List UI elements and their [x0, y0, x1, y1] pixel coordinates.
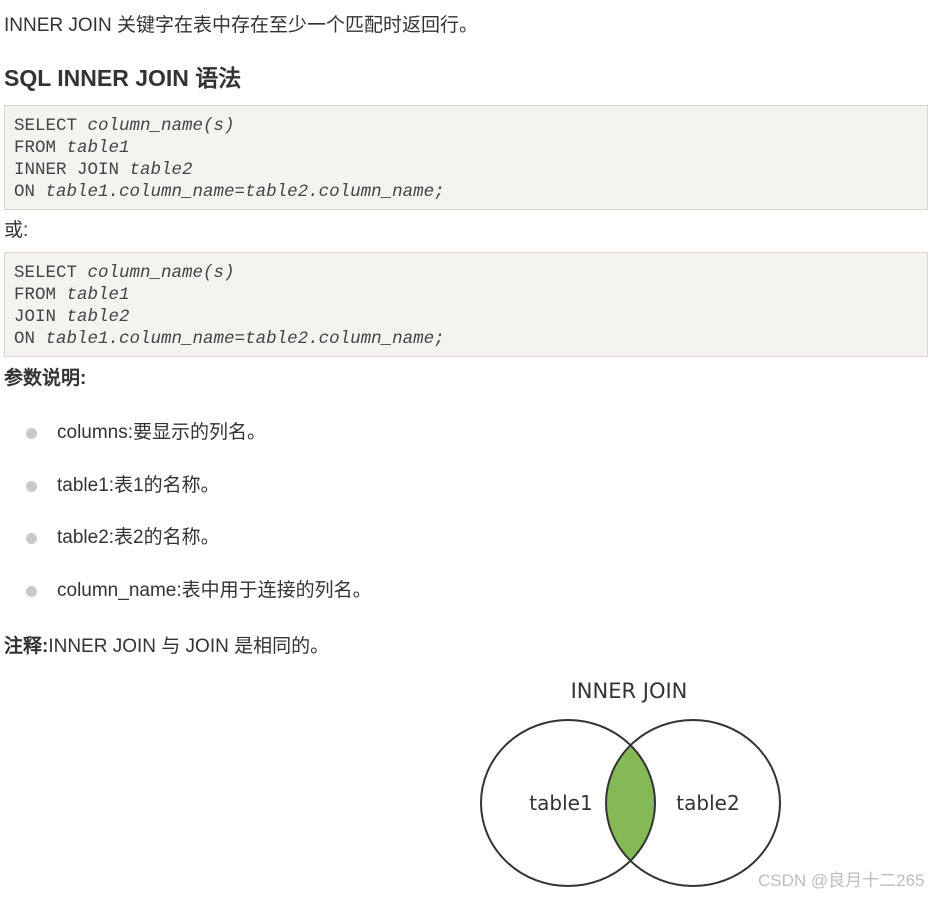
code-argument: table2 — [129, 160, 193, 180]
params-list: columns:要显示的列名。 table1:表1的名称。 table2:表2的… — [0, 420, 930, 630]
article-page: INNER JOIN 关键字在表中存在至少一个匹配时返回行。 SQL INNER… — [0, 0, 930, 897]
code-argument: table1.column_name=table2.column_name; — [45, 182, 445, 202]
code-line: SELECT column_name(s) — [14, 262, 919, 284]
code-keyword: FROM — [14, 138, 57, 158]
left-circle-label: table1 — [529, 791, 592, 815]
param-text: column_name:表中用于连接的列名。 — [57, 579, 372, 601]
or-text: 或: — [4, 220, 29, 241]
code-keyword: FROM — [14, 285, 57, 305]
code-argument: column_name(s) — [87, 116, 235, 136]
code-line: ON table1.column_name=table2.column_name… — [14, 181, 919, 203]
bullet-dot-icon — [26, 533, 37, 544]
note-label: 注释: — [4, 636, 49, 657]
diagram-title: INNER JOIN — [571, 679, 688, 703]
code-keyword: SELECT — [14, 116, 78, 136]
code-keyword: INNER JOIN — [14, 160, 120, 180]
venn-diagram: INNER JOIN table1 table2 — [480, 679, 781, 887]
code-keyword: JOIN — [14, 307, 57, 327]
code-argument: table1 — [66, 138, 130, 158]
code-line: SELECT column_name(s) — [14, 115, 919, 137]
code-keyword: ON — [14, 329, 36, 349]
code-keyword: ON — [14, 182, 36, 202]
code-line: ON table1.column_name=table2.column_name… — [14, 328, 919, 350]
bullet-dot-icon — [26, 428, 37, 439]
bullet-dot-icon — [26, 480, 37, 492]
list-item: column_name:表中用于连接的列名。 — [0, 578, 930, 631]
intro-paragraph: INNER JOIN 关键字在表中存在至少一个匹配时返回行。 — [4, 15, 478, 36]
code-argument: table2 — [66, 307, 130, 327]
code-line: FROM table1 — [14, 137, 919, 159]
code-line: JOIN table2 — [14, 306, 919, 328]
note-text: INNER JOIN 与 JOIN 是相同的。 — [48, 636, 330, 657]
param-text: table2:表2的名称。 — [57, 527, 220, 548]
code-argument: table1 — [66, 285, 130, 305]
note-paragraph: 注释:INNER JOIN 与 JOIN 是相同的。 — [4, 634, 329, 660]
code-line: INNER JOIN table2 — [14, 159, 919, 181]
code-block-join: SELECT column_name(s) FROM table1 JOIN t… — [4, 252, 928, 357]
right-circle-label: table2 — [676, 791, 739, 815]
list-item: table2:表2的名称。 — [0, 525, 930, 578]
param-text: columns:要显示的列名。 — [57, 422, 267, 443]
list-item: table1:表1的名称。 — [0, 473, 930, 526]
bullet-dot-icon — [26, 585, 37, 597]
section-heading: SQL INNER JOIN 语法 — [4, 65, 242, 91]
code-block-inner-join: SELECT column_name(s) FROM table1 INNER … — [4, 105, 928, 210]
list-item: columns:要显示的列名。 — [0, 420, 930, 473]
code-line: FROM table1 — [14, 284, 919, 306]
param-text: table1:表1的名称。 — [57, 474, 220, 496]
params-label: 参数说明: — [4, 368, 87, 389]
code-argument: column_name(s) — [87, 263, 235, 283]
watermark: CSDN @良月十二265 — [758, 871, 925, 890]
code-argument: table1.column_name=table2.column_name; — [45, 329, 445, 349]
code-keyword: SELECT — [14, 263, 78, 283]
